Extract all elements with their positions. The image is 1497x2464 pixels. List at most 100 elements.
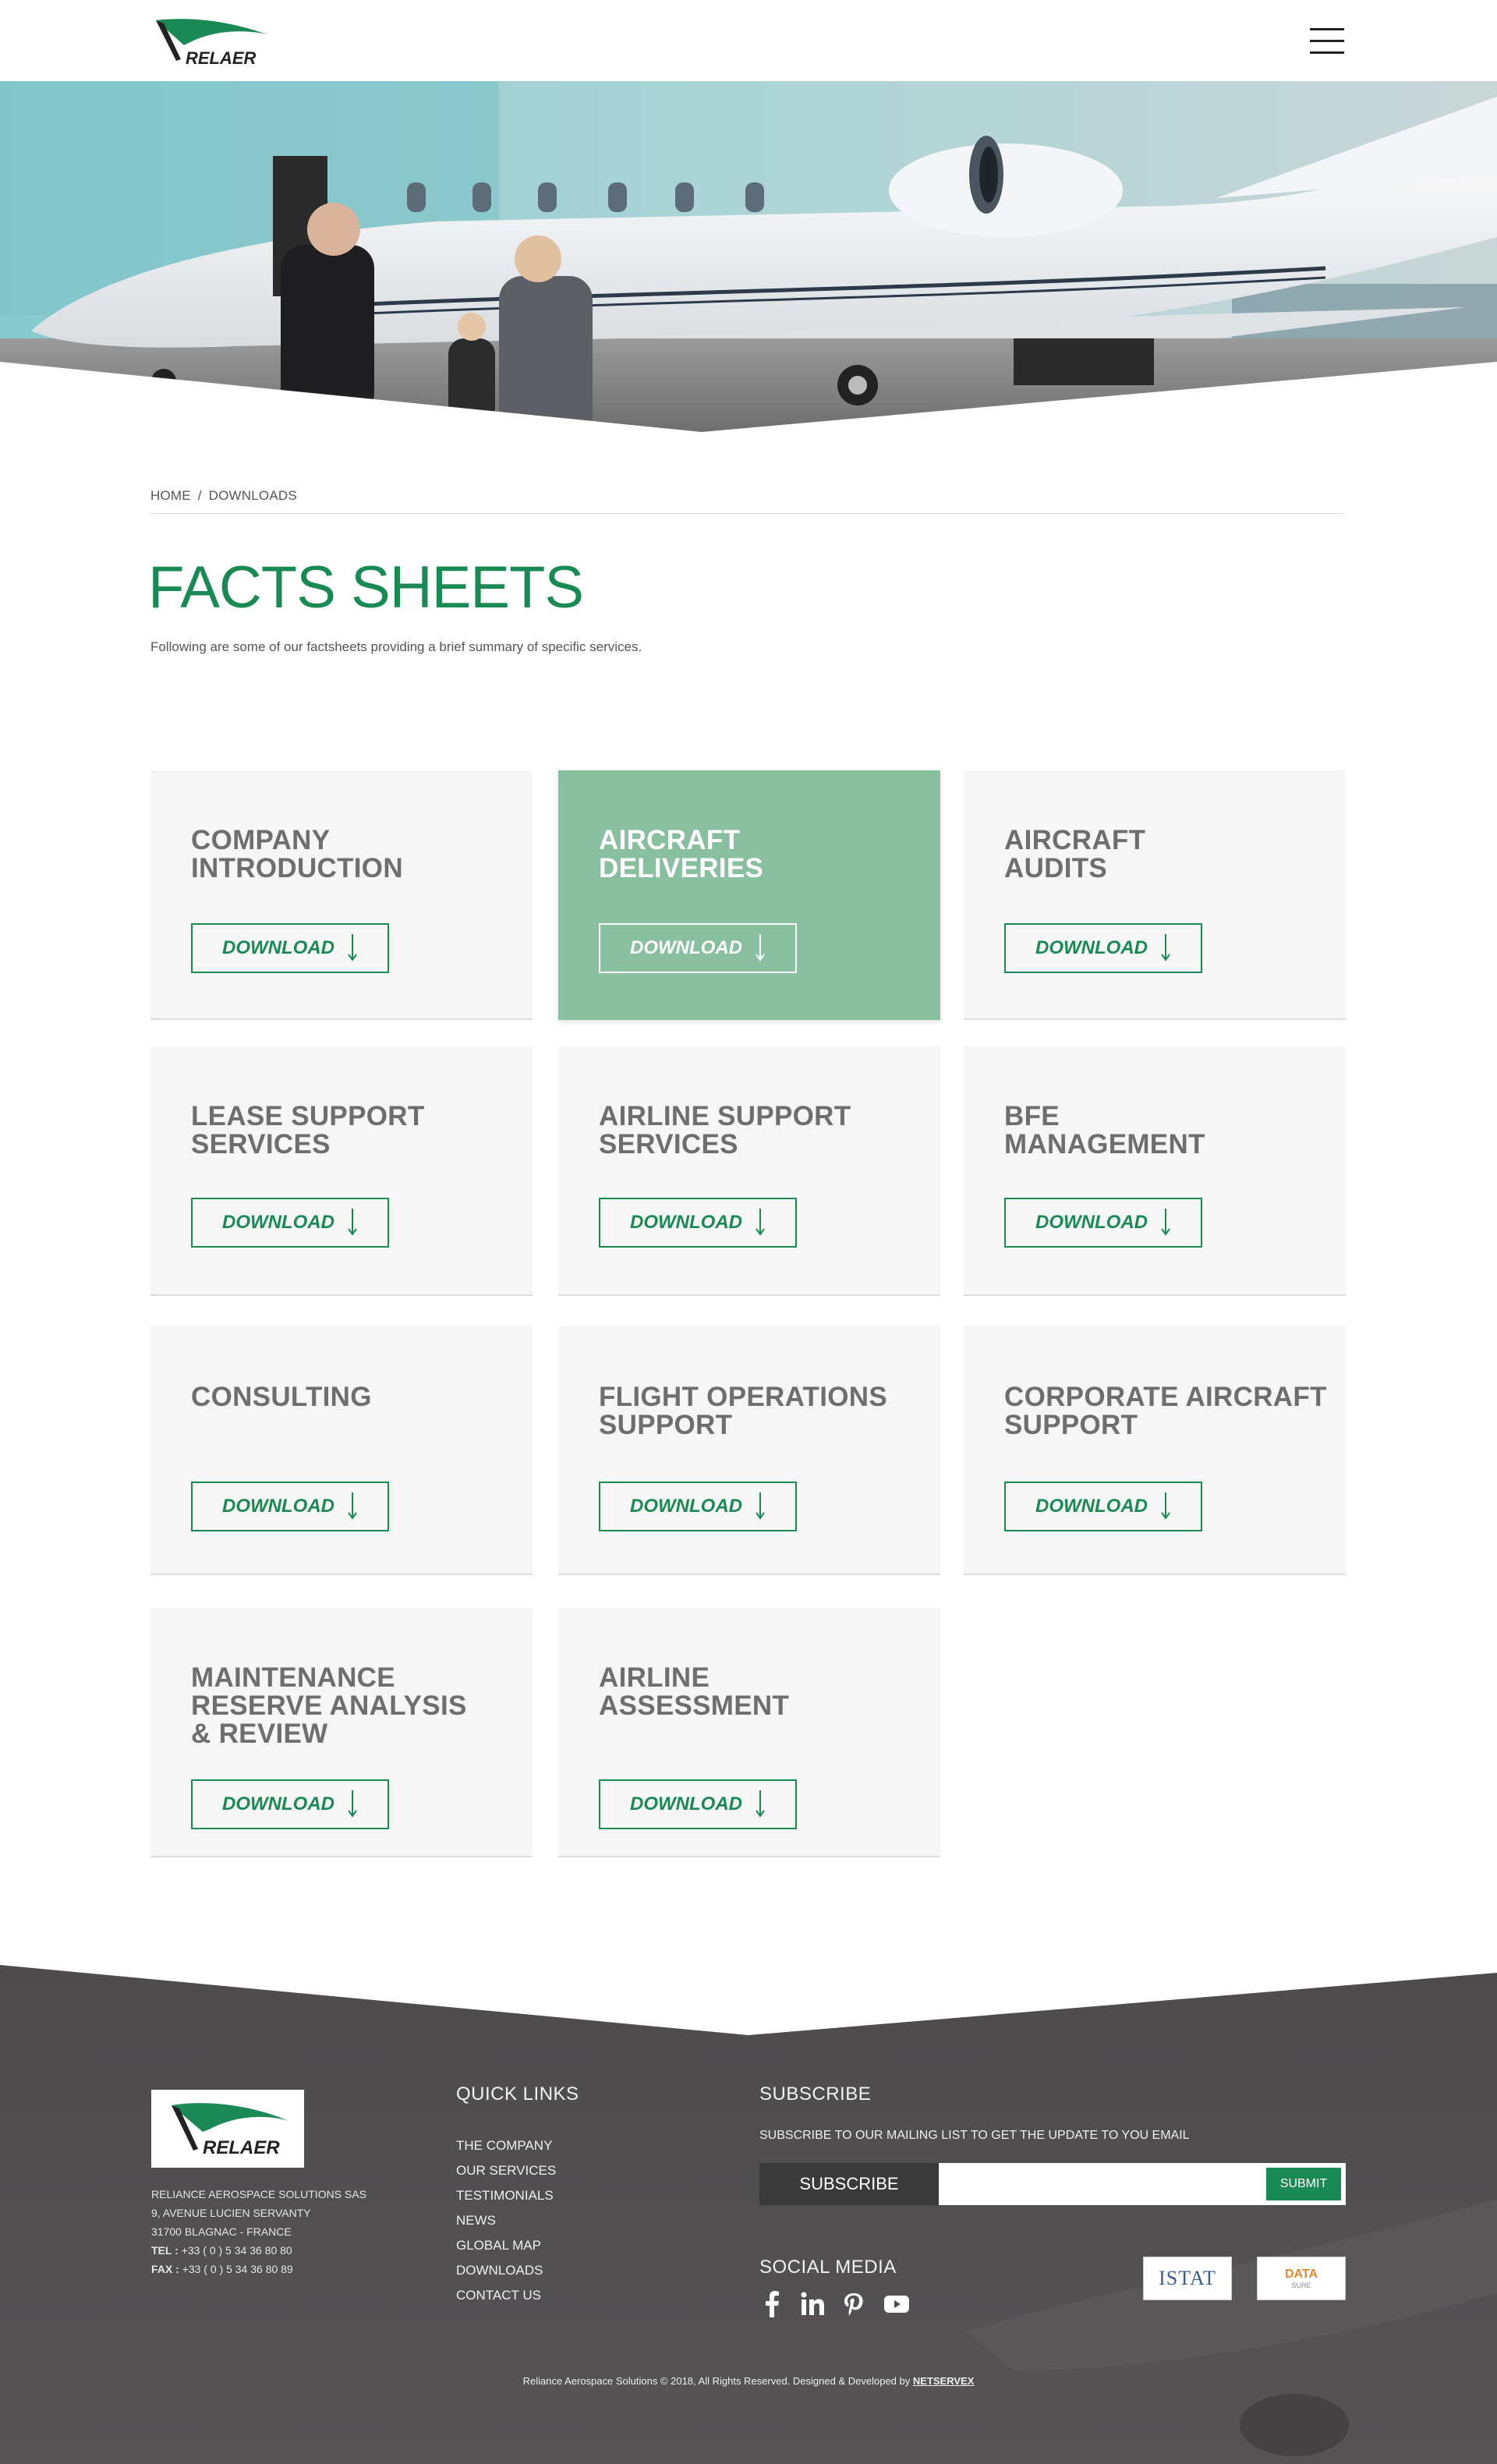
card-title: AIRCRAFT AUDITS — [1004, 825, 1146, 883]
factsheet-card-company-introduction: COMPANY INTRODUCTION DOWNLOAD — [150, 770, 533, 1020]
download-label: DOWNLOAD — [630, 937, 742, 958]
svg-text:RELAER: RELAER — [186, 48, 257, 68]
down-arrow-icon — [756, 1209, 765, 1236]
company-address-line1: 9, AVENUE LUCIEN SERVANTY — [151, 2207, 311, 2219]
card-title: AIRLINE ASSESSMENT — [599, 1662, 790, 1721]
factsheet-card-maintenance-reserve: MAINTENANCE RESERVE ANALYSIS & REVIEW DO… — [150, 1608, 533, 1857]
subscribe-description: SUBSCRIBE TO OUR MAILING LIST TO GET THE… — [759, 2129, 1190, 2142]
download-button[interactable]: DOWNLOAD — [191, 1482, 389, 1531]
submit-button[interactable]: SUBMIT — [1266, 2168, 1341, 2200]
datasure-logo[interactable]: DATA SURE — [1257, 2257, 1346, 2300]
social-media-heading: SOCIAL MEDIA — [759, 2257, 897, 2278]
download-button[interactable]: DOWNLOAD — [191, 1198, 389, 1248]
breadcrumb-separator: / — [197, 488, 202, 503]
factsheet-card-bfe-management: BFE MANAGEMENT DOWNLOAD — [964, 1046, 1346, 1296]
company-tel: TEL : +33 ( 0 ) 5 34 36 80 80 — [151, 2244, 292, 2257]
copyright-text: Reliance Aerospace Solutions © 2018, All… — [522, 2375, 911, 2387]
download-button[interactable]: DOWNLOAD — [599, 1779, 797, 1829]
breadcrumb: HOME / DOWNLOADS — [150, 488, 297, 504]
factsheet-card-aircraft-audits: AIRCRAFT AUDITS DOWNLOAD — [964, 770, 1346, 1020]
youtube-icon[interactable] — [881, 2291, 912, 2317]
footer-logo[interactable]: RELAER — [151, 2090, 304, 2168]
down-arrow-icon — [756, 1492, 765, 1520]
footer-link-news[interactable]: NEWS — [456, 2208, 556, 2233]
download-label: DOWNLOAD — [630, 1793, 742, 1814]
down-arrow-icon — [1161, 1209, 1170, 1236]
subscribe-heading: SUBSCRIBE — [759, 2083, 872, 2105]
footer-link-services[interactable]: OUR SERVICES — [456, 2158, 556, 2183]
factsheet-card-lease-support: LEASE SUPPORT SERVICES DOWNLOAD — [150, 1046, 533, 1296]
card-title: CONSULTING — [191, 1382, 372, 1412]
down-arrow-icon — [1161, 1492, 1170, 1520]
facebook-icon[interactable] — [759, 2291, 786, 2317]
subscribe-label: SUBSCRIBE — [759, 2163, 939, 2205]
company-address-line2: 31700 BLAGNAC - FRANCE — [151, 2225, 292, 2238]
pinterest-icon[interactable] — [841, 2291, 867, 2317]
download-label: DOWNLOAD — [1035, 937, 1148, 958]
download-label: DOWNLOAD — [630, 1212, 742, 1233]
footer-link-global-map[interactable]: GLOBAL MAP — [456, 2233, 556, 2258]
social-links — [759, 2291, 912, 2317]
breadcrumb-current: DOWNLOADS — [208, 488, 297, 503]
down-arrow-icon — [348, 1492, 357, 1520]
footer-link-company[interactable]: THE COMPANY — [456, 2133, 556, 2158]
breadcrumb-home[interactable]: HOME — [150, 488, 191, 503]
footer-link-testimonials[interactable]: TESTIMONIALS — [456, 2183, 556, 2208]
download-label: DOWNLOAD — [222, 1496, 334, 1517]
download-label: DOWNLOAD — [222, 1212, 334, 1233]
down-arrow-icon — [348, 1790, 357, 1818]
footer-link-contact[interactable]: CONTACT US — [456, 2283, 556, 2308]
developer-link[interactable]: NETSERVEX — [913, 2375, 975, 2387]
download-button[interactable]: DOWNLOAD — [191, 923, 389, 973]
download-label: DOWNLOAD — [1035, 1212, 1148, 1233]
down-arrow-icon — [756, 1790, 765, 1818]
factsheet-card-consulting: CONSULTING DOWNLOAD — [150, 1326, 533, 1575]
factsheet-card-airline-assessment: AIRLINE ASSESSMENT DOWNLOAD — [558, 1608, 940, 1857]
download-button[interactable]: DOWNLOAD — [1004, 923, 1202, 973]
linkedin-icon[interactable] — [800, 2291, 826, 2317]
download-label: DOWNLOAD — [1035, 1496, 1148, 1517]
menu-icon[interactable] — [1310, 28, 1344, 55]
page-intro: Following are some of our factsheets pro… — [150, 639, 642, 654]
quick-links-list: THE COMPANY OUR SERVICES TESTIMONIALS NE… — [456, 2133, 556, 2308]
card-title: BFE MANAGEMENT — [1004, 1101, 1205, 1159]
company-name: RELIANCE AEROSPACE SOLUTIONS SAS — [151, 2188, 366, 2200]
download-label: DOWNLOAD — [630, 1496, 742, 1517]
download-button[interactable]: DOWNLOAD — [191, 1779, 389, 1829]
footer-link-downloads[interactable]: DOWNLOADS — [456, 2258, 556, 2283]
factsheet-card-aircraft-deliveries: AIRCRAFT DELIVERIES DOWNLOAD — [558, 770, 940, 1020]
hero-banner — [0, 81, 1497, 432]
company-fax: FAX : +33 ( 0 ) 5 34 36 80 89 — [151, 2263, 293, 2275]
download-button[interactable]: DOWNLOAD — [599, 1482, 797, 1531]
download-button[interactable]: DOWNLOAD — [599, 1198, 797, 1248]
factsheet-card-flight-operations: FLIGHT OPERATIONS SUPPORT DOWNLOAD — [558, 1326, 940, 1575]
factsheet-card-corporate-aircraft: CORPORATE AIRCRAFT SUPPORT DOWNLOAD — [964, 1326, 1346, 1575]
card-title: AIRCRAFT DELIVERIES — [599, 825, 764, 883]
down-arrow-icon — [348, 1209, 357, 1236]
download-button[interactable]: DOWNLOAD — [1004, 1482, 1202, 1531]
istat-logo[interactable]: ISTAT — [1143, 2257, 1232, 2300]
down-arrow-icon — [756, 934, 765, 961]
company-info: RELIANCE AEROSPACE SOLUTIONS SAS 9, AVEN… — [151, 2185, 366, 2278]
relaer-logo[interactable]: RELAER — [153, 16, 270, 70]
download-button[interactable]: DOWNLOAD — [599, 923, 797, 973]
quick-links-heading: QUICK LINKS — [456, 2083, 579, 2105]
card-title: AIRLINE SUPPORT SERVICES — [599, 1101, 851, 1159]
card-title: CORPORATE AIRCRAFT SUPPORT — [1004, 1382, 1327, 1440]
card-title: LEASE SUPPORT SERVICES — [191, 1101, 425, 1159]
down-arrow-icon — [1161, 934, 1170, 961]
page-title: FACTS SHEETS — [148, 554, 584, 621]
factsheet-card-airline-support: AIRLINE SUPPORT SERVICES DOWNLOAD — [558, 1046, 940, 1296]
hero-image — [0, 81, 1497, 432]
download-label: DOWNLOAD — [222, 1793, 334, 1814]
divider — [150, 513, 1345, 514]
site-header: RELAER — [0, 0, 1497, 81]
copyright-line: Reliance Aerospace Solutions © 2018, All… — [0, 2375, 1497, 2387]
card-title: MAINTENANCE RESERVE ANALYSIS & REVIEW — [191, 1662, 467, 1749]
download-button[interactable]: DOWNLOAD — [1004, 1198, 1202, 1248]
card-title: FLIGHT OPERATIONS SUPPORT — [599, 1382, 888, 1440]
svg-text:RELAER: RELAER — [203, 2137, 280, 2158]
down-arrow-icon — [348, 934, 357, 961]
card-title: COMPANY INTRODUCTION — [191, 825, 403, 883]
download-label: DOWNLOAD — [222, 937, 334, 958]
